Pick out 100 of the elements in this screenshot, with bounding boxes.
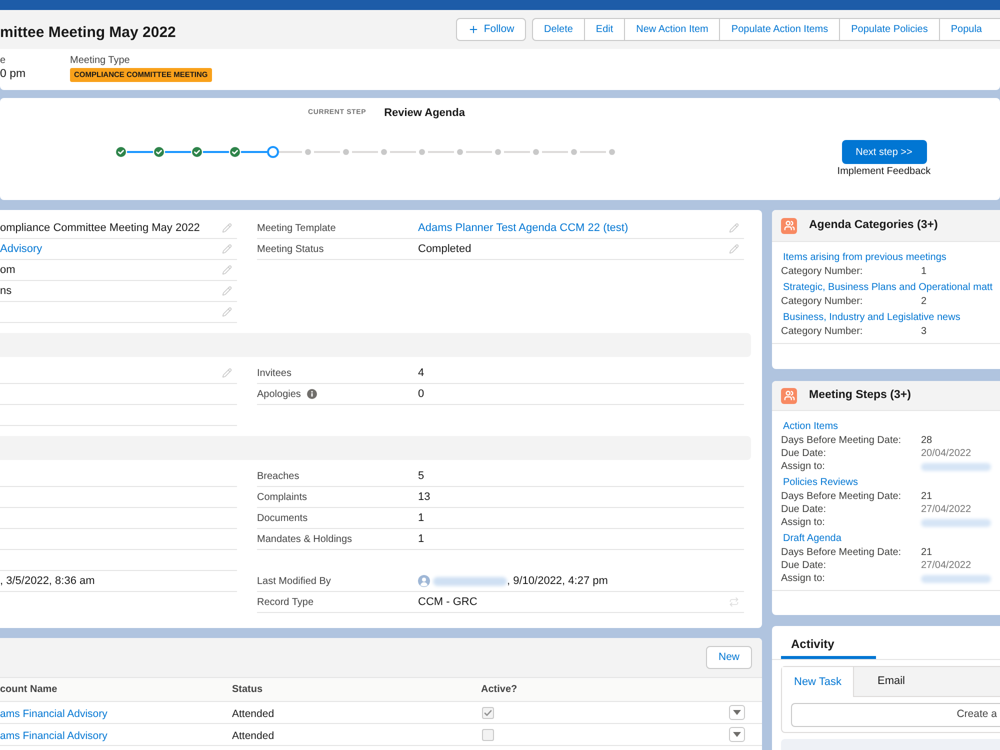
field-label: Breaches (257, 470, 300, 484)
pencil-icon[interactable] (222, 286, 232, 296)
step-connector-line (314, 151, 340, 153)
field-value: 20/04/2022 (921, 447, 972, 461)
repeat-arrows-icon[interactable] (729, 597, 739, 607)
pencil-icon[interactable] (222, 244, 232, 254)
field-value: 21 (921, 490, 932, 504)
people-icon (781, 388, 797, 404)
field-label: Category Number: (781, 265, 864, 279)
field-label: Assign to: (781, 516, 826, 530)
blurred-name (921, 574, 991, 582)
checkmark-icon (484, 708, 492, 716)
pencil-icon[interactable] (729, 223, 739, 233)
agenda-category-link[interactable]: Business, Industry and Legislative news (783, 310, 960, 325)
pencil-icon[interactable] (222, 368, 232, 378)
step-connector-line (542, 151, 568, 153)
field-label: Documents (257, 512, 308, 526)
caret-down-icon (733, 710, 741, 715)
follow-button[interactable]: Follow (456, 18, 526, 41)
field-label: Days Before Meeting Date: (781, 434, 902, 448)
field-label: Category Number: (781, 325, 864, 339)
field-value: 4 (418, 366, 424, 381)
active-checkbox[interactable] (482, 728, 494, 740)
next-step-name: Implement Feedback (837, 166, 931, 178)
blurred-name (921, 518, 991, 526)
meeting-step-link[interactable]: Draft Agenda (783, 531, 842, 546)
field-value: 5 (418, 468, 424, 484)
pencil-icon[interactable] (222, 307, 232, 317)
field-value: 0 (418, 386, 424, 402)
field-label: e (0, 55, 6, 67)
field-value: 27/04/2022 (921, 503, 972, 517)
field-label: Days Before Meeting Date: (781, 490, 902, 504)
field-value: CCM - GRC (418, 594, 478, 610)
field-label: Complaints (257, 490, 308, 504)
card-title: Meeting Steps (3+) (809, 388, 911, 403)
step-connector-line (127, 151, 153, 153)
field-label: Apologies (257, 388, 301, 402)
active-checkbox[interactable] (482, 706, 494, 718)
create-task-button[interactable]: Create a (791, 703, 1000, 727)
field-value: 1 (921, 265, 927, 279)
field-label: Due Date: (781, 559, 828, 573)
step-connector-line (241, 151, 267, 153)
action-button[interactable]: Populate Policies (839, 18, 939, 41)
step-connector-line (352, 151, 378, 153)
action-button[interactable]: Edit (584, 18, 624, 41)
step-connector-line (580, 151, 606, 153)
field-link[interactable]: Adams Planner Test Agenda CCM 22 (test) (418, 220, 628, 236)
meeting-step-link[interactable]: Action Items (783, 419, 838, 434)
account-link[interactable]: ams Financial Advisory (0, 708, 108, 720)
next-step-button[interactable]: Next step >> (842, 140, 926, 164)
step-connector-line (504, 151, 530, 153)
pencil-icon[interactable] (222, 223, 232, 233)
field-link[interactable]: Advisory (0, 240, 42, 258)
field-value: 0 pm (0, 68, 26, 81)
new-button[interactable]: New (706, 646, 752, 669)
row-actions-button[interactable] (729, 705, 745, 720)
step-connector-line (165, 151, 191, 153)
field-value: om (0, 262, 16, 278)
row-actions-button[interactable] (729, 727, 745, 742)
field-value: 1 (418, 532, 424, 547)
field-value: 1 (418, 510, 424, 526)
plus-icon (468, 24, 479, 35)
field-label: Mandates & Holdings (257, 532, 352, 546)
field-value: , 9/10/2022, 4:27 pm (507, 574, 608, 589)
pencil-icon[interactable] (729, 244, 739, 254)
field-label: Assign to: (781, 572, 826, 586)
field-label: Record Type (257, 596, 314, 610)
blurred-name (921, 462, 991, 470)
step-connector-line (279, 151, 302, 153)
field-value: 13 (418, 490, 430, 505)
record-title: mittee Meeting May 2022 (0, 24, 177, 42)
account-link[interactable]: ams Financial Advisory (0, 730, 108, 742)
field-value: ns (0, 284, 12, 299)
meeting-step-link[interactable]: Policies Reviews (783, 475, 858, 490)
activity-tab[interactable]: Activity (781, 626, 876, 659)
field-label: Assign to: (781, 460, 826, 474)
field-value: 28 (921, 434, 932, 448)
step-connector-line (466, 151, 492, 153)
card-title: Agenda Categories (3+) (809, 218, 938, 233)
column-header: count Name (0, 683, 58, 697)
field-value: ompliance Committee Meeting May 2022 (0, 220, 200, 236)
status-text: Attended (232, 730, 274, 742)
field-value: 3 (921, 325, 927, 339)
field-label: Last Modified By (257, 574, 331, 588)
step-connector-line (390, 151, 416, 153)
agenda-category-link[interactable]: Strategic, Business Plans and Operational matt (783, 280, 993, 295)
pencil-icon[interactable] (222, 265, 232, 275)
current-step-name: Review Agenda (384, 106, 465, 122)
column-header: Active? (481, 683, 518, 697)
action-button[interactable]: Popula (938, 18, 1000, 41)
field-label: Due Date: (781, 447, 828, 461)
action-button[interactable]: Delete (532, 18, 584, 41)
agenda-category-link[interactable]: Items arising from previous meetings (783, 250, 946, 265)
step-connector-line (203, 151, 229, 153)
composer-tab[interactable]: Email (853, 667, 1000, 697)
action-button[interactable]: New Action Item (624, 18, 720, 41)
action-button[interactable]: Populate Action Items (719, 18, 840, 41)
field-label: Meeting Status (257, 242, 324, 256)
field-label: Meeting Type (70, 55, 130, 67)
field-label: Category Number: (781, 295, 864, 309)
